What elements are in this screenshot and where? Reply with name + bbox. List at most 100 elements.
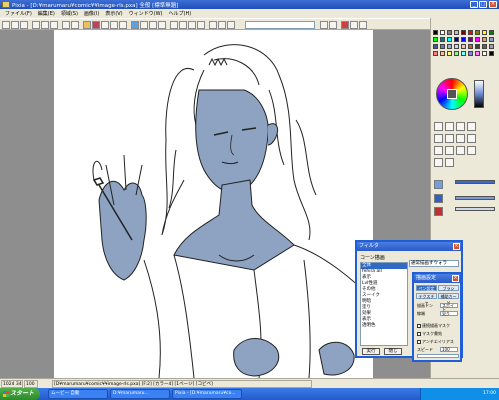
maximize-button[interactable]: □ bbox=[479, 1, 487, 8]
line-icon[interactable] bbox=[101, 21, 109, 29]
hand-tool-icon[interactable] bbox=[445, 158, 454, 167]
new-file-icon[interactable] bbox=[2, 21, 10, 29]
swatch[interactable] bbox=[461, 44, 466, 49]
move-tool-icon[interactable] bbox=[467, 146, 476, 155]
layer-icon[interactable] bbox=[218, 21, 226, 29]
rotate-icon[interactable] bbox=[179, 21, 187, 29]
copy-icon[interactable] bbox=[41, 21, 49, 29]
taskbar-item[interactable]: D:¥marumaru... bbox=[110, 389, 170, 399]
grid-icon[interactable] bbox=[209, 21, 217, 29]
pen-preview-icon[interactable] bbox=[434, 194, 443, 203]
close-button[interactable]: × bbox=[489, 1, 497, 8]
swatch[interactable] bbox=[489, 44, 494, 49]
swatch[interactable] bbox=[489, 37, 494, 42]
toolbar-input[interactable] bbox=[245, 21, 315, 29]
checkbox[interactable] bbox=[417, 324, 421, 328]
undo-icon[interactable] bbox=[62, 21, 70, 29]
fill-icon[interactable] bbox=[131, 21, 139, 29]
brush-size-slider[interactable] bbox=[455, 180, 495, 184]
swatch[interactable] bbox=[433, 51, 438, 56]
swatch[interactable] bbox=[475, 37, 480, 42]
cut-icon[interactable] bbox=[32, 21, 40, 29]
swatch[interactable] bbox=[482, 44, 487, 49]
mask-through-row[interactable]: マスク貫効 bbox=[417, 331, 442, 337]
lasso-icon[interactable] bbox=[158, 21, 166, 29]
swatch[interactable] bbox=[447, 51, 452, 56]
tab-texture[interactable]: テクスチャ bbox=[416, 293, 437, 305]
paste-icon[interactable] bbox=[50, 21, 58, 29]
text-tool-icon[interactable] bbox=[445, 146, 454, 155]
swatch[interactable] bbox=[482, 37, 487, 42]
settings-icon[interactable] bbox=[359, 21, 367, 29]
draw-mode-select[interactable]: スポイト bbox=[440, 303, 458, 312]
app-icon[interactable] bbox=[2, 1, 10, 8]
swatch[interactable] bbox=[482, 30, 487, 35]
swatch[interactable] bbox=[468, 51, 473, 56]
filter-mode-select[interactable]: 通常描画すウォラ bbox=[409, 260, 459, 267]
checkbox[interactable] bbox=[417, 340, 421, 344]
brush-density-slider[interactable] bbox=[455, 207, 495, 211]
swatch[interactable] bbox=[461, 37, 466, 42]
ellipse-icon[interactable] bbox=[119, 21, 127, 29]
swatch[interactable] bbox=[461, 51, 466, 56]
dropper-tool-icon[interactable] bbox=[445, 134, 454, 143]
filter-dialog-close-button[interactable]: × bbox=[453, 243, 460, 250]
text-icon[interactable] bbox=[320, 21, 328, 29]
swatch[interactable] bbox=[447, 44, 452, 49]
filter-dialog-title[interactable]: フィルタ bbox=[357, 242, 461, 251]
blur-tool-icon[interactable] bbox=[467, 134, 476, 143]
list-item[interactable]: 透明色 bbox=[361, 323, 407, 329]
open-file-icon[interactable] bbox=[11, 21, 19, 29]
taskbar-item[interactable]: ムービー 自動 bbox=[48, 389, 108, 399]
select-tool-icon[interactable] bbox=[456, 146, 465, 155]
swatch[interactable] bbox=[440, 37, 445, 42]
shape-tool-icon[interactable] bbox=[434, 146, 443, 155]
tab-brush[interactable]: ブラシ bbox=[438, 285, 459, 291]
menu-window[interactable]: ウィンドウ(W) bbox=[126, 10, 166, 17]
close-dialog-button[interactable]: 閉じ bbox=[384, 348, 402, 355]
swatch[interactable] bbox=[475, 30, 480, 35]
brightness-bar[interactable] bbox=[474, 80, 484, 108]
swatch[interactable] bbox=[454, 51, 459, 56]
execute-button[interactable]: 実行 bbox=[362, 348, 380, 355]
line-end-select[interactable]: 尖り bbox=[440, 311, 458, 316]
fill-tool-icon[interactable] bbox=[434, 134, 443, 143]
select-icon[interactable] bbox=[149, 21, 157, 29]
swatch[interactable] bbox=[489, 30, 494, 35]
swatch[interactable] bbox=[454, 44, 459, 49]
swatch[interactable] bbox=[440, 30, 445, 35]
speed-slider[interactable] bbox=[417, 354, 459, 358]
taskbar-item[interactable]: Pixia - [D:¥marumaru¥co... bbox=[172, 389, 242, 399]
zoom-in-icon[interactable] bbox=[188, 21, 196, 29]
swatch[interactable] bbox=[475, 44, 480, 49]
eraser-icon[interactable] bbox=[140, 21, 148, 29]
eraser-tool-icon[interactable] bbox=[467, 122, 476, 131]
zoom-tool-icon[interactable] bbox=[434, 158, 443, 167]
swatch[interactable] bbox=[454, 37, 459, 42]
menu-image[interactable]: 画像(I) bbox=[81, 10, 102, 17]
palette-icon[interactable] bbox=[227, 21, 235, 29]
antialias-row[interactable]: アンチエイリアス bbox=[417, 339, 454, 345]
swatch[interactable] bbox=[454, 30, 459, 35]
swatch[interactable] bbox=[433, 37, 438, 42]
swatch[interactable] bbox=[461, 30, 466, 35]
zoom-out-icon[interactable] bbox=[197, 21, 205, 29]
brush-tool-icon[interactable] bbox=[445, 122, 454, 131]
menu-help[interactable]: ヘルプ(H) bbox=[166, 10, 195, 17]
swatch[interactable] bbox=[440, 51, 445, 56]
swatch[interactable] bbox=[447, 30, 452, 35]
drawing-canvas[interactable] bbox=[54, 30, 373, 378]
menu-file[interactable]: ファイル(F) bbox=[2, 10, 35, 17]
minimize-button[interactable]: _ bbox=[470, 1, 478, 8]
swatch[interactable] bbox=[433, 30, 438, 35]
smudge-tool-icon[interactable] bbox=[456, 134, 465, 143]
brush-opacity-slider[interactable] bbox=[455, 196, 495, 200]
swatch[interactable] bbox=[468, 44, 473, 49]
tab-assist[interactable]: 補助カード bbox=[438, 293, 459, 305]
swatch[interactable] bbox=[468, 37, 473, 42]
stamp-icon[interactable] bbox=[329, 21, 337, 29]
filter-icon[interactable] bbox=[350, 21, 358, 29]
brush-preview-icon[interactable] bbox=[434, 180, 443, 189]
swatch[interactable] bbox=[468, 30, 473, 35]
airbrush-tool-icon[interactable] bbox=[456, 122, 465, 131]
